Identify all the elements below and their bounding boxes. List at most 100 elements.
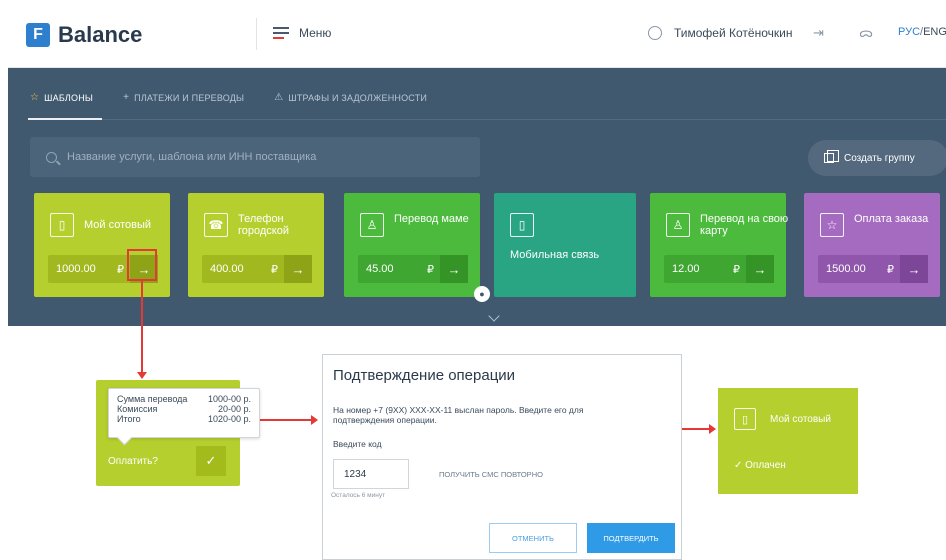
- summary-row: Комиссия 20-00 р.: [117, 404, 251, 414]
- paid-status: ✓ Оплачен: [734, 460, 786, 471]
- logout-icon[interactable]: ⇥: [813, 26, 827, 40]
- user-profile[interactable]: Тимофей Котёночкин: [648, 26, 792, 40]
- amount-value: 1000.00: [56, 263, 96, 275]
- resend-sms-link[interactable]: ПОЛУЧИТЬ СМС ПОВТОРНО: [439, 470, 543, 479]
- tab-label: ПЛАТЕЖИ И ПЕРЕВОДЫ: [134, 92, 245, 103]
- phone-icon: ☎: [204, 213, 228, 237]
- summary-row: Сумма перевода 1000-00 р.: [117, 394, 251, 404]
- logo-text: Balance: [58, 22, 143, 47]
- cancel-button[interactable]: ОТМЕНИТЬ: [489, 523, 577, 553]
- chat-icon[interactable]: ●: [474, 286, 490, 302]
- menu-button[interactable]: Меню: [273, 26, 331, 40]
- user-name: Тимофей Котёночкин: [674, 26, 793, 40]
- summary-value: 1000-00 р.: [207, 394, 251, 404]
- tab-payments[interactable]: + ПЛАТЕЖИ И ПЕРЕВОДЫ: [123, 92, 244, 103]
- lang-en[interactable]: ENG: [923, 26, 946, 38]
- tabs: ☆ ШАБЛОНЫ + ПЛАТЕЖИ И ПЕРЕВОДЫ ⚠ ШТРАФЫ …: [30, 92, 457, 103]
- create-group-button[interactable]: Создать группу: [808, 140, 946, 176]
- arrow-right-icon: [709, 424, 716, 434]
- pay-question: Оплатить?: [108, 456, 158, 467]
- tab-divider: [28, 119, 946, 120]
- summary-label: Комиссия: [117, 404, 158, 414]
- template-card-order[interactable]: ☆ Оплата заказа 1500.00 ₽ →: [804, 193, 940, 297]
- confirmation-dialog: Подтверждение операции На номер +7 (9XX)…: [322, 354, 682, 560]
- tab-fines[interactable]: ⚠ ШТРАФЫ И ЗАДОЛЖЕННОСТИ: [274, 92, 427, 103]
- confirm-button[interactable]: ПОДТВЕРДИТЬ: [587, 523, 675, 553]
- search-box[interactable]: [30, 137, 480, 177]
- template-card-transfer-mom[interactable]: ♙ Перевод маме 45.00 ₽ →: [344, 193, 480, 297]
- tab-templates[interactable]: ☆ ШАБЛОНЫ: [30, 92, 93, 103]
- star-icon: ☆: [30, 92, 40, 103]
- star-icon: ☆: [820, 213, 844, 237]
- payment-summary-tooltip: Сумма перевода 1000-00 р. Комиссия 20-00…: [108, 388, 260, 438]
- lang-ru[interactable]: РУС: [898, 26, 920, 38]
- time-left: Осталось 6 минут: [331, 492, 386, 499]
- code-label: Введите код: [333, 439, 382, 449]
- currency-label: ₽: [271, 264, 278, 276]
- logo-mark-icon: F: [26, 23, 50, 47]
- amount-value: 1500.00: [826, 263, 866, 275]
- amount-value: 12.00: [672, 263, 700, 275]
- arrow-right-icon: [311, 415, 318, 425]
- summary-row: Итого 1020-00 р.: [117, 414, 251, 424]
- search-icon: [46, 151, 57, 163]
- arrow-down-icon: [137, 372, 147, 379]
- glasses-icon[interactable]: ᯅ: [859, 26, 873, 40]
- amount-field[interactable]: 12.00 ₽ →: [664, 255, 774, 283]
- card-title: Перевод на свою карту: [700, 213, 789, 237]
- amount-value: 45.00: [366, 263, 394, 275]
- divider: [256, 18, 257, 50]
- mobile-icon: ▯: [510, 213, 534, 237]
- hamburger-icon: [273, 27, 289, 39]
- code-input[interactable]: [333, 459, 409, 489]
- amount-field[interactable]: 1500.00 ₽ →: [818, 255, 928, 283]
- dialog-message: На номер +7 (9XX) XXX-XX-11 выслан парол…: [333, 405, 584, 425]
- card-title: Перевод маме: [394, 213, 469, 225]
- currency-label: ₽: [887, 264, 894, 276]
- tab-active-indicator: [28, 118, 102, 120]
- card-title: Мобильная связь: [510, 249, 600, 261]
- summary-label: Итого: [117, 414, 141, 424]
- tab-label: ШАБЛОНЫ: [44, 92, 94, 103]
- language-switch[interactable]: РУС/ENG: [898, 26, 946, 38]
- connector-line: [682, 428, 710, 430]
- pay-arrow-button[interactable]: →: [440, 255, 468, 283]
- summary-value: 1020-00 р.: [207, 414, 251, 424]
- amount-field[interactable]: 45.00 ₽ →: [358, 255, 468, 283]
- group-icon: [824, 150, 839, 163]
- tab-label: ШТРАФЫ И ЗАДОЛЖЕННОСТИ: [288, 92, 428, 103]
- user-icon: [648, 26, 662, 40]
- connector-line: [141, 281, 143, 373]
- chevron-down-icon[interactable]: [488, 310, 500, 322]
- logo[interactable]: F Balance: [26, 22, 142, 48]
- mobile-icon: ▯: [734, 408, 756, 430]
- search-input[interactable]: [67, 151, 467, 163]
- card-title: Мой сотовый: [84, 219, 152, 231]
- template-card-own-card[interactable]: ♙ Перевод на свою карту 12.00 ₽ →: [650, 193, 788, 297]
- card-title: Оплата заказа: [854, 213, 929, 225]
- currency-label: ₽: [117, 264, 124, 276]
- confirm-check-button[interactable]: ✓: [196, 446, 226, 476]
- person-icon: ♙: [360, 213, 384, 237]
- template-card-my-mobile[interactable]: ▯ Мой сотовый 1000.00 ₽ →: [34, 193, 170, 297]
- pay-arrow-button[interactable]: →: [900, 255, 928, 283]
- amount-field[interactable]: 400.00 ₽ →: [202, 255, 312, 283]
- pay-arrow-button[interactable]: →: [746, 255, 774, 283]
- dialog-title: Подтверждение операции: [333, 367, 516, 384]
- mobile-icon: ▯: [50, 213, 74, 237]
- template-card-landline[interactable]: ☎ Телефон городской 400.00 ₽ →: [188, 193, 324, 297]
- paid-card: ▯ Мой сотовый ✓ Оплачен: [718, 388, 858, 494]
- plus-icon: +: [123, 92, 130, 103]
- menu-label: Меню: [299, 26, 332, 40]
- warning-icon: ⚠: [274, 92, 284, 103]
- template-card-mobile-service[interactable]: ▯ Мобильная связь: [494, 193, 636, 297]
- currency-label: ₽: [733, 264, 740, 276]
- card-title: Телефон городской: [238, 213, 289, 237]
- highlight-box: [127, 249, 157, 281]
- paid-card-title: Мой сотовый: [770, 414, 831, 425]
- summary-label: Сумма перевода: [117, 394, 188, 404]
- create-group-label: Создать группу: [844, 152, 915, 164]
- currency-label: ₽: [427, 264, 434, 276]
- amount-value: 400.00: [210, 263, 244, 275]
- pay-arrow-button[interactable]: →: [284, 255, 312, 283]
